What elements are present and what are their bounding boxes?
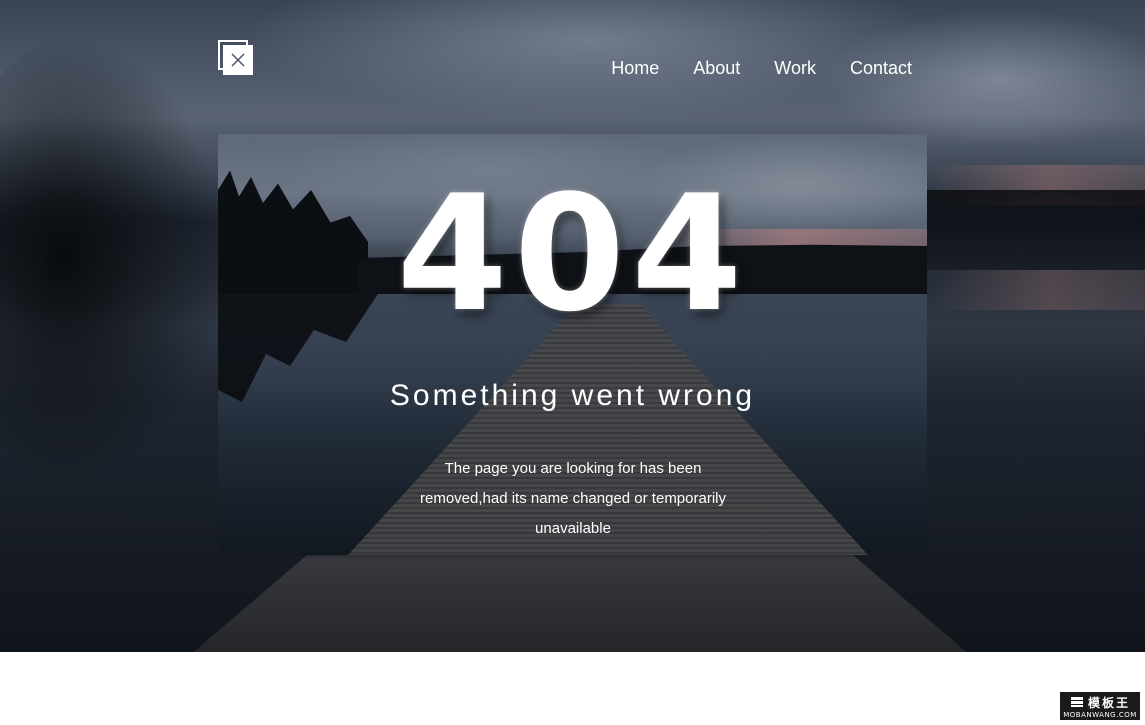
error-code: 404 bbox=[396, 160, 749, 347]
background-sunset-reflection bbox=[930, 270, 1145, 310]
nav-work[interactable]: Work bbox=[774, 58, 816, 79]
background-treeline bbox=[920, 190, 1145, 270]
nav-about[interactable]: About bbox=[693, 58, 740, 79]
error-title: Something went wrong bbox=[389, 379, 756, 412]
watermark-site: MOBANWANG.COM bbox=[1063, 710, 1137, 719]
background-dock bbox=[190, 555, 970, 652]
watermark-top: 模板王 bbox=[1070, 694, 1130, 711]
watermark-logo: 模板王 MOBANWANG.COM bbox=[1060, 692, 1140, 720]
background-cloud bbox=[820, 10, 1145, 150]
page: Home About Work Contact 404 Something we… bbox=[0, 0, 1145, 725]
main-nav: Home About Work Contact bbox=[611, 58, 912, 79]
stack-icon bbox=[1070, 697, 1083, 707]
logo[interactable] bbox=[218, 40, 254, 76]
watermark-name: 模板王 bbox=[1087, 695, 1130, 710]
background-trees bbox=[0, 40, 220, 480]
nav-home[interactable]: Home bbox=[611, 58, 659, 79]
error-message: The page you are looking for has been re… bbox=[420, 460, 726, 537]
error-card: 404 Something went wrong The page you ar… bbox=[218, 134, 927, 555]
nav-contact[interactable]: Contact bbox=[850, 58, 912, 79]
close-icon bbox=[223, 45, 253, 75]
